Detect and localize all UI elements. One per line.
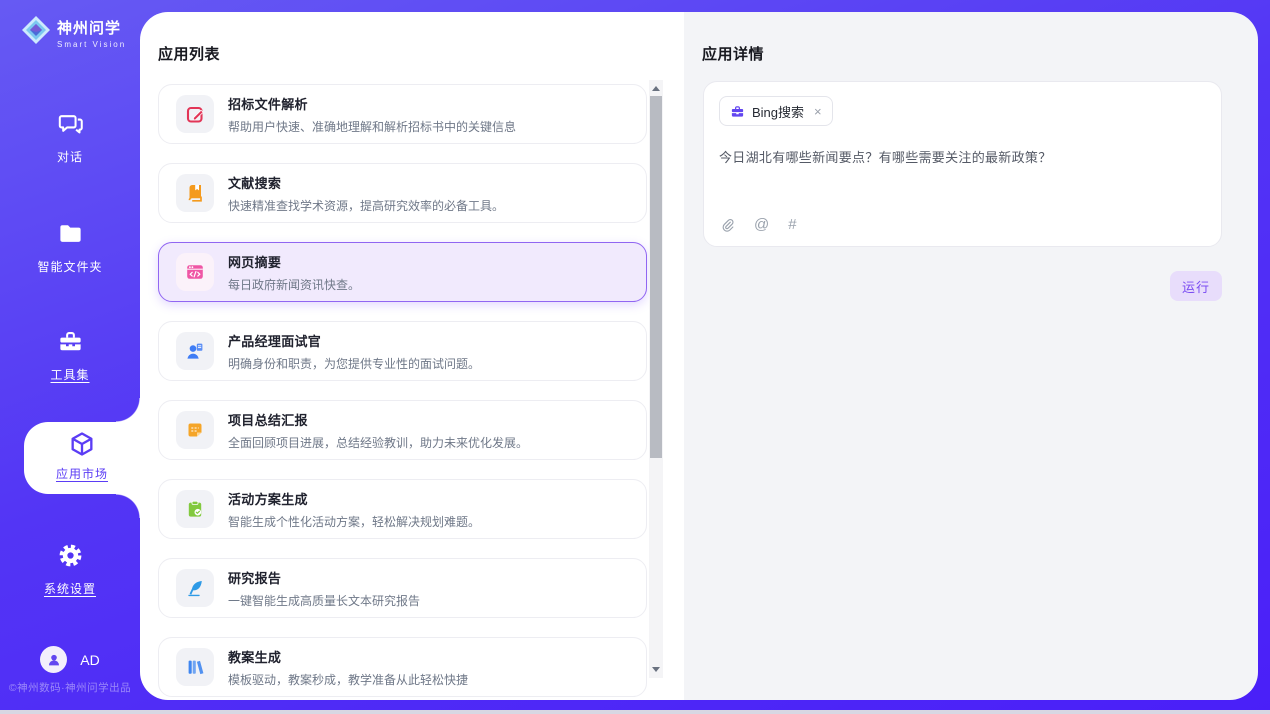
app-list-title: 应用列表	[158, 43, 220, 64]
sidebar-item-label: 系统设置	[0, 580, 140, 597]
sidebar-item-label: 对话	[0, 148, 140, 165]
user-account[interactable]: AD	[0, 646, 140, 673]
app-card-desc: 快速精准查找学术资源，提高研究效率的必备工具。	[228, 197, 504, 214]
app-card-texts: 研究报告 一键智能生成高质量长文本研究报告	[228, 568, 420, 609]
app-card-texts: 活动方案生成 智能生成个性化活动方案，轻松解决规划难题。	[228, 489, 480, 530]
app-card-texts: 招标文件解析 帮助用户快速、准确地理解和解析招标书中的关键信息	[228, 94, 516, 135]
browser-code-icon	[176, 253, 214, 291]
interviewer-icon	[176, 332, 214, 370]
sidebar-item-label: 智能文件夹	[0, 258, 140, 275]
app-card-texts: 项目总结汇报 全面回顾项目进展，总结经验教训，助力未来优化发展。	[228, 410, 528, 451]
attachment-toolbar: @ #	[720, 216, 797, 233]
app-card-title: 网页摘要	[228, 252, 360, 271]
sidebar-item-smart-folder[interactable]: 智能文件夹	[0, 220, 140, 275]
app-card-title: 教案生成	[228, 647, 468, 666]
app-card-lesson-plan[interactable]: 教案生成 模板驱动，教案秒成，教学准备从此轻松快捷	[158, 637, 647, 697]
app-card-texts: 产品经理面试官 明确身份和职责，为您提供专业性的面试问题。	[228, 331, 480, 372]
app-card-bid-analysis[interactable]: 招标文件解析 帮助用户快速、准确地理解和解析招标书中的关键信息	[158, 84, 647, 144]
app-card-title: 招标文件解析	[228, 94, 516, 113]
scroll-down-arrow-icon[interactable]	[652, 667, 660, 672]
briefcase-icon	[730, 104, 745, 119]
app-card-desc: 模板驱动，教案秒成，教学准备从此轻松快捷	[228, 671, 468, 688]
sidebar-item-label: 工具集	[0, 366, 140, 383]
bubble-curve-bottom	[116, 494, 140, 518]
app-card-title: 研究报告	[228, 568, 420, 587]
app-card-texts: 文献搜索 快速精准查找学术资源，提高研究效率的必备工具。	[228, 173, 504, 214]
close-icon[interactable]: ×	[814, 104, 822, 119]
app-card-web-summary[interactable]: 网页摘要 每日政府新闻资讯快查。	[158, 242, 647, 302]
scroll-up-arrow-icon[interactable]	[652, 86, 660, 91]
sidebar-item-settings[interactable]: 系统设置	[0, 542, 140, 597]
app-list-scrollbar[interactable]	[649, 80, 663, 678]
app-card-desc: 明确身份和职责，为您提供专业性的面试问题。	[228, 355, 480, 372]
tool-tag-label: Bing搜索	[752, 102, 804, 121]
user-initials: AD	[80, 652, 99, 668]
app-card-texts: 教案生成 模板驱动，教案秒成，教学准备从此轻松快捷	[228, 647, 468, 688]
avatar	[40, 646, 67, 673]
pen-square-icon	[176, 95, 214, 133]
sidebar: 神州问学 Smart Vision 对话 智能文件夹 工具集	[0, 0, 140, 714]
question-text[interactable]: 今日湖北有哪些新闻要点？有哪些需要关注的最新政策？	[719, 147, 1206, 166]
book-icon	[176, 174, 214, 212]
quill-icon	[176, 569, 214, 607]
prompt-card: Bing搜索 × 今日湖北有哪些新闻要点？有哪些需要关注的最新政策？ @ #	[703, 81, 1222, 247]
run-button[interactable]: 运行	[1170, 271, 1222, 301]
bubble-curve-top	[116, 398, 140, 422]
scrollbar-thumb[interactable]	[650, 96, 662, 458]
sidebar-item-chat[interactable]: 对话	[0, 110, 140, 165]
app-list-panel: 应用列表 招标文件解析 帮助用户快速、准确地理解和解析招标书中的关键信息	[140, 12, 684, 700]
app-detail-title: 应用详情	[702, 43, 764, 64]
brand-text: 神州问学 Smart Vision	[57, 17, 126, 49]
hash-icon[interactable]: #	[788, 216, 796, 233]
sidebar-item-label: 应用市场	[24, 465, 140, 482]
books-icon	[176, 648, 214, 686]
gear-icon	[57, 542, 84, 569]
app-card-list: 招标文件解析 帮助用户快速、准确地理解和解析招标书中的关键信息 文献搜索 快速精…	[158, 84, 647, 700]
brand-name: 神州问学	[57, 20, 121, 37]
app-card-desc: 帮助用户快速、准确地理解和解析招标书中的关键信息	[228, 118, 516, 135]
paperclip-icon[interactable]	[720, 217, 735, 233]
brand-tagline: Smart Vision	[57, 40, 126, 49]
folder-icon	[57, 220, 84, 247]
memo-icon	[176, 411, 214, 449]
cube-icon	[68, 430, 96, 457]
bottom-edge-strip	[0, 710, 1270, 714]
app-card-texts: 网页摘要 每日政府新闻资讯快查。	[228, 252, 360, 293]
copyright-text: ©神州数码·神州问学出品	[0, 680, 140, 695]
brand-logo: 神州问学 Smart Vision	[21, 15, 126, 50]
app-card-pm-interviewer[interactable]: 产品经理面试官 明确身份和职责，为您提供专业性的面试问题。	[158, 321, 647, 381]
sidebar-item-toolset[interactable]: 工具集	[0, 328, 140, 383]
app-card-title: 项目总结汇报	[228, 410, 528, 429]
clipboard-check-icon	[176, 490, 214, 528]
app-detail-panel: 应用详情 Bing搜索 × 今日湖北有哪些新闻要点？有哪些需要关注的最新政策？	[684, 12, 1258, 700]
app-card-desc: 每日政府新闻资讯快查。	[228, 276, 360, 293]
chat-icon	[57, 110, 84, 137]
app-card-desc: 全面回顾项目进展，总结经验教训，助力未来优化发展。	[228, 434, 528, 451]
app-card-activity-plan[interactable]: 活动方案生成 智能生成个性化活动方案，轻松解决规划难题。	[158, 479, 647, 539]
app-card-title: 产品经理面试官	[228, 331, 480, 350]
app-card-desc: 智能生成个性化活动方案，轻松解决规划难题。	[228, 513, 480, 530]
mention-icon[interactable]: @	[754, 216, 769, 233]
app-card-title: 活动方案生成	[228, 489, 480, 508]
app-card-title: 文献搜索	[228, 173, 504, 192]
app-card-project-summary[interactable]: 项目总结汇报 全面回顾项目进展，总结经验教训，助力未来优化发展。	[158, 400, 647, 460]
toolbox-icon	[57, 328, 84, 355]
tool-tag-bing-search[interactable]: Bing搜索 ×	[719, 96, 833, 126]
diamond-logo-icon	[21, 15, 51, 50]
app-card-literature-search[interactable]: 文献搜索 快速精准查找学术资源，提高研究效率的必备工具。	[158, 163, 647, 223]
app-card-desc: 一键智能生成高质量长文本研究报告	[228, 592, 420, 609]
sidebar-item-app-market[interactable]: 应用市场	[24, 422, 140, 494]
content-area: 应用列表 招标文件解析 帮助用户快速、准确地理解和解析招标书中的关键信息	[140, 12, 1258, 700]
app-card-research-report[interactable]: 研究报告 一键智能生成高质量长文本研究报告	[158, 558, 647, 618]
